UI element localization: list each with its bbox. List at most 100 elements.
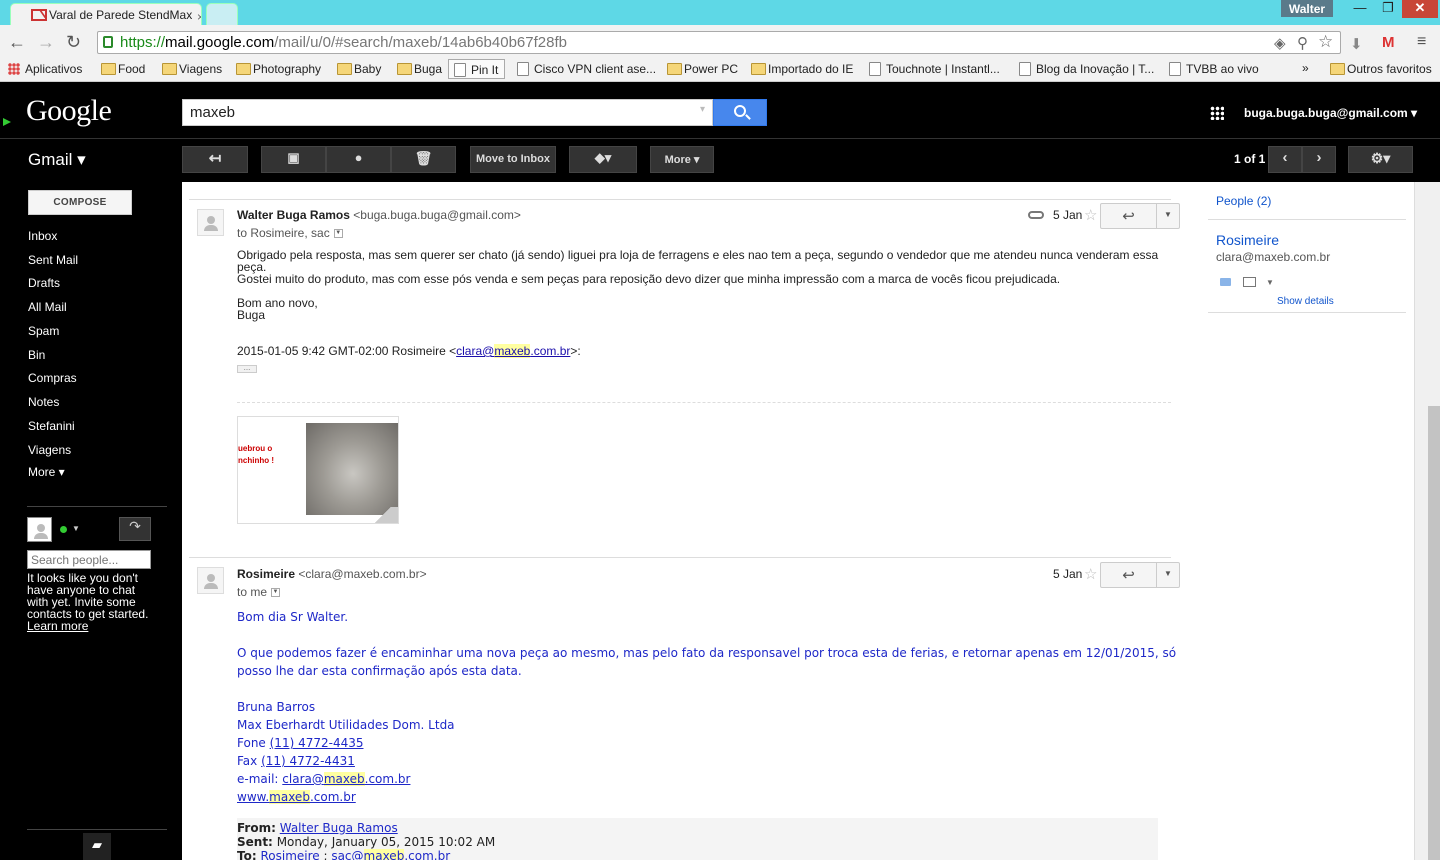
show-details-link[interactable]: Show details [1277,296,1334,307]
move-to-inbox-button[interactable]: Move to Inbox [470,146,556,173]
quoted-email-link[interactable]: clara@maxeb.com.br [456,344,570,358]
learn-more-link[interactable]: Learn more [27,619,88,633]
search-button[interactable] [713,99,767,126]
address-bar[interactable]: https://mail.google.com/mail/u/0/#search… [97,31,1341,54]
apps-grid-icon[interactable] [1210,106,1224,120]
recipients-caret-icon[interactable]: ▼ [271,588,281,598]
sidebar-item-viagens[interactable]: Viagens [28,443,71,457]
bookmarks-overflow-icon[interactable]: » [1302,61,1309,75]
more-button[interactable]: More ▾ [650,146,714,173]
chat-bubble-icon[interactable] [1220,278,1231,286]
sidebar-item-bin[interactable]: Bin [28,348,45,362]
bookmark-cisco-vpn[interactable]: Cisco VPN client ase... [517,62,656,76]
google-logo[interactable]: Google [26,94,112,128]
chat-status-icon[interactable] [60,526,67,533]
chat-status-caret-icon[interactable]: ▼ [72,524,80,533]
window-maximize-icon[interactable]: ❐ [1374,0,1402,18]
chat-avatar[interactable] [27,517,52,542]
bookmark-blog-inovacao[interactable]: Blog da Inovação | T... [1019,62,1154,76]
reply-more-caret-icon[interactable]: ▼ [1164,569,1172,578]
sidebar-item-notes[interactable]: Notes [28,395,59,409]
sidebar-item-more[interactable]: More ▾ [28,465,65,479]
bookmark-power-pc[interactable]: Power PC [667,62,738,76]
settings-gear-icon[interactable]: ⚙▾ [1348,146,1413,173]
newer-button[interactable]: ‹ [1268,146,1302,173]
sidebar-item-stefanini[interactable]: Stefanini [28,419,75,433]
attachment-thumbnail[interactable]: uebrou o nchinho ! [237,416,399,524]
bookmark-other[interactable]: Outros favoritos [1330,62,1432,76]
back-arrow-icon[interactable]: ← [8,32,26,53]
bookmark-touchnote[interactable]: Touchnote | Instantl... [869,62,1000,76]
gmail-menu[interactable]: Gmail ▾ [28,150,86,170]
delete-button[interactable]: 🗑 [391,146,456,173]
window-close-icon[interactable]: ✕ [1402,0,1438,18]
sidebar-item-all-mail[interactable]: All Mail [28,300,67,314]
bookmark-star-icon[interactable]: ☆ [1318,32,1333,52]
search-options-icon[interactable]: ▾ [700,104,705,115]
search-input[interactable]: maxeb [182,99,713,126]
message-date[interactable]: 5 Jan [1053,208,1082,222]
bookmark-tvbb[interactable]: TVBB ao vivo [1169,62,1259,76]
bookmark-baby[interactable]: Baby [337,62,381,76]
bookmark-apps[interactable]: Aplicativos [8,62,82,76]
older-button[interactable]: › [1302,146,1336,173]
website-link[interactable]: www.maxeb.com.br [237,790,356,804]
sidebar-item-inbox[interactable]: Inbox [28,229,57,243]
sidebar-item-spam[interactable]: Spam [28,324,59,338]
contact-name[interactable]: Rosimeire [1216,232,1279,248]
email-link[interactable]: clara@maxeb.com.br [282,772,410,786]
account-menu[interactable]: buga.buga.buga@gmail.com ▾ [1244,106,1417,120]
reply-arrow-icon[interactable]: ↩ [1101,563,1157,587]
bookmark-pin-it[interactable]: Pin It [448,59,506,79]
message-recipients[interactable]: to Rosimeire, sac ▼ [237,226,343,240]
reply-more-caret-icon[interactable]: ▼ [1164,210,1172,219]
labels-button[interactable]: ◆▾ [569,146,637,173]
people-header[interactable]: People (2) [1216,194,1271,208]
phone-icon[interactable]: ↷ [119,517,151,541]
feedback-chat-icon[interactable]: ▰ [83,833,111,860]
bookmark-importado-ie[interactable]: Importado do IE [751,62,853,76]
sidebar-item-sent-mail[interactable]: Sent Mail [28,253,78,267]
compose-button[interactable]: COMPOSE [28,190,132,215]
bookmark-photography[interactable]: Photography [236,62,321,76]
message-recipients[interactable]: to me ▼ [237,585,281,599]
message-date[interactable]: 5 Jan [1053,567,1082,581]
download-icon[interactable]: ⬇ [1350,35,1363,53]
tab-close-icon[interactable]: × [197,10,201,24]
contact-more-caret-icon[interactable]: ▼ [1266,278,1274,287]
bookmark-food[interactable]: Food [101,62,145,76]
bookmarks-bar: Aplicativos Food Viagens Photography Bab… [0,58,1440,82]
to-link-rosimeire[interactable]: Rosimeire [260,849,319,860]
extension-icon[interactable]: ◈ [1274,34,1286,52]
reload-icon[interactable]: ↻ [66,32,81,53]
browser-user-badge[interactable]: Walter [1281,0,1333,17]
new-tab-button[interactable] [206,3,238,25]
to-link-sac[interactable]: sac@maxeb.com.br [331,849,450,860]
message-sender[interactable]: Rosimeire <clara@maxeb.com.br> [237,567,427,581]
sidebar-item-compras[interactable]: Compras [28,371,77,385]
star-icon[interactable]: ☆ [1084,565,1097,583]
search-people-input[interactable] [27,550,151,569]
star-icon[interactable]: ☆ [1084,206,1097,224]
recipients-caret-icon[interactable]: ▼ [333,229,343,239]
report-spam-button[interactable]: ● [326,146,391,173]
envelope-icon[interactable] [1243,277,1256,287]
bookmark-viagens[interactable]: Viagens [162,62,222,76]
bookmark-buga[interactable]: Buga [397,62,442,76]
from-link[interactable]: Walter Buga Ramos [280,821,398,835]
archive-button[interactable]: ▣ [261,146,326,173]
window-minimize-icon[interactable]: — [1346,0,1374,18]
sidebar-item-drafts[interactable]: Drafts [28,276,60,290]
menu-icon[interactable]: ≡ [1417,33,1426,51]
scrollbar-thumb[interactable] [1428,406,1440,860]
zoom-icon[interactable]: ⚲ [1297,34,1308,52]
browser-tab[interactable]: Varal de Parede StendMax × [10,3,202,25]
show-trimmed-content-button[interactable]: ... [237,364,257,373]
forward-arrow-icon[interactable]: → [37,32,55,53]
back-to-search-button[interactable]: ↤ [182,146,248,173]
message-sender[interactable]: Walter Buga Ramos <buga.buga.buga@gmail.… [237,208,521,222]
reply-arrow-icon[interactable]: ↩ [1101,204,1157,228]
phone-link[interactable]: (11) 4772-4435 [270,736,364,750]
gmail-extension-icon[interactable]: M [1382,34,1395,51]
fax-link[interactable]: (11) 4772-4431 [261,754,355,768]
